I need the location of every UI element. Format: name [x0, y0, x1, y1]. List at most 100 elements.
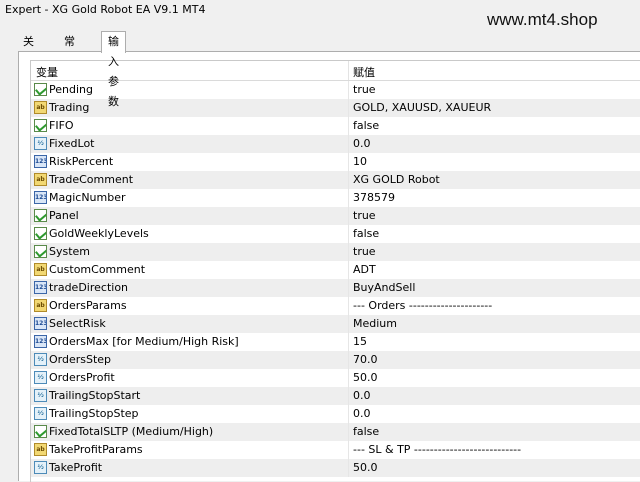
- table-row[interactable]: 123 SelectRisk Medium: [31, 315, 640, 333]
- parameter-name: OrdersProfit: [49, 371, 115, 384]
- cell-divider: [348, 459, 349, 477]
- parameter-value[interactable]: GOLD, XAUUSD, XAUEUR: [353, 101, 491, 114]
- table-row[interactable]: 123 MagicNumber 378579: [31, 189, 640, 207]
- parameter-value[interactable]: 50.0: [353, 461, 378, 474]
- table-row[interactable]: ½ TrailingStopStart 0.0: [31, 387, 640, 405]
- ab-string-icon: ab: [34, 173, 47, 186]
- table-row[interactable]: Panel true: [31, 207, 640, 225]
- parameter-value[interactable]: true: [353, 209, 376, 222]
- table-row[interactable]: 123 RiskPercent 10: [31, 153, 640, 171]
- table-row[interactable]: 123 tradeDirection BuyAndSell: [31, 279, 640, 297]
- table-row[interactable]: ½ OrdersProfit 50.0: [31, 369, 640, 387]
- parameter-value[interactable]: 15: [353, 335, 367, 348]
- table-row[interactable]: ab CustomComment ADT: [31, 261, 640, 279]
- parameter-name: tradeDirection: [49, 281, 129, 294]
- 123-integer-icon: 123: [34, 317, 47, 330]
- cell-divider: [348, 261, 349, 279]
- parameter-name: OrdersParams: [49, 299, 127, 312]
- tab-about[interactable]: 关于: [17, 33, 40, 66]
- parameter-name: FixedLot: [49, 137, 95, 150]
- cell-divider: [348, 387, 349, 405]
- parameter-value[interactable]: 70.0: [353, 353, 378, 366]
- checkmark-chart-icon: [34, 119, 47, 132]
- cell-divider: [348, 189, 349, 207]
- 123-integer-icon: 123: [34, 281, 47, 294]
- table-row[interactable]: GoldWeeklyLevels false: [31, 225, 640, 243]
- parameter-name: OrdersMax [for Medium/High Risk]: [49, 335, 239, 348]
- table-row[interactable]: ab TakeProfitParams --- SL & TP ----------…: [31, 441, 640, 459]
- table-row[interactable]: Pending true: [31, 81, 640, 99]
- cell-divider: [348, 153, 349, 171]
- table-row[interactable]: ½ FixedLot 0.0: [31, 135, 640, 153]
- 123-integer-icon: 123: [34, 155, 47, 168]
- parameter-value[interactable]: XG GOLD Robot: [353, 173, 440, 186]
- table-row[interactable]: FIFO false: [31, 117, 640, 135]
- cell-divider: [348, 351, 349, 369]
- parameter-value[interactable]: ADT: [353, 263, 376, 276]
- parameter-value[interactable]: 10: [353, 155, 367, 168]
- parameter-value[interactable]: true: [353, 83, 376, 96]
- table-row[interactable]: ½ TakeProfit 50.0: [31, 459, 640, 477]
- ab-string-icon: ab: [34, 443, 47, 456]
- table-row[interactable]: System true: [31, 243, 640, 261]
- tab-common[interactable]: 常用: [58, 33, 81, 66]
- table-row[interactable]: ab Trading GOLD, XAUUSD, XAUEUR: [31, 99, 640, 117]
- cell-divider: [348, 441, 349, 459]
- parameter-name: FixedTotalSLTP (Medium/High): [49, 425, 214, 438]
- table-row[interactable]: 123 OrdersMax [for Medium/High Risk] 15: [31, 333, 640, 351]
- parameter-value[interactable]: Medium: [353, 317, 397, 330]
- cell-divider: [348, 243, 349, 261]
- tab-inputs[interactable]: 输入参数: [101, 31, 126, 108]
- table-row[interactable]: ½ TrailingStopStep 0.0: [31, 405, 640, 423]
- v2-double-icon: ½: [34, 461, 47, 474]
- parameter-name: MagicNumber: [49, 191, 126, 204]
- parameter-name: TakeProfitParams: [49, 443, 143, 456]
- parameter-value[interactable]: 0.0: [353, 137, 371, 150]
- v2-double-icon: ½: [34, 389, 47, 402]
- cell-divider: [348, 297, 349, 315]
- parameter-value[interactable]: true: [353, 245, 376, 258]
- checkmark-chart-icon: [34, 245, 47, 258]
- parameter-value[interactable]: --- Orders ---------------------: [353, 299, 492, 312]
- v2-double-icon: ½: [34, 137, 47, 150]
- parameter-name: TradeComment: [49, 173, 134, 186]
- ab-string-icon: ab: [34, 101, 47, 114]
- cell-divider: [348, 81, 349, 99]
- column-header-variable[interactable]: 变量: [36, 64, 58, 80]
- parameter-name: RiskPercent: [49, 155, 114, 168]
- cell-divider: [348, 423, 349, 441]
- cell-divider: [348, 315, 349, 333]
- parameter-value[interactable]: --- SL & TP ---------------------------: [353, 443, 521, 456]
- parameter-name: GoldWeeklyLevels: [49, 227, 149, 240]
- parameter-name: Pending: [49, 83, 93, 96]
- parameter-value[interactable]: 0.0: [353, 407, 371, 420]
- parameter-value[interactable]: false: [353, 227, 379, 240]
- table-row[interactable]: FixedTotalSLTP (Medium/High) false: [31, 423, 640, 441]
- checkmark-chart-icon: [34, 425, 47, 438]
- window-title: Expert - XG Gold Robot EA V9.1 MT4: [5, 3, 206, 16]
- parameters-table[interactable]: 变量 赋值 Pending true ab Trading GOLD, XAUUSD, …: [30, 60, 640, 482]
- parameter-value[interactable]: false: [353, 425, 379, 438]
- column-divider[interactable]: [348, 61, 349, 80]
- 123-integer-icon: 123: [34, 335, 47, 348]
- table-row[interactable]: ab OrdersParams --- Orders ---------------…: [31, 297, 640, 315]
- parameter-value[interactable]: 50.0: [353, 371, 378, 384]
- table-row[interactable]: ab TradeComment XG GOLD Robot: [31, 171, 640, 189]
- cell-divider: [348, 333, 349, 351]
- parameter-value[interactable]: 0.0: [353, 389, 371, 402]
- parameter-name: SelectRisk: [49, 317, 106, 330]
- checkmark-chart-icon: [34, 227, 47, 240]
- parameter-name: CustomComment: [49, 263, 146, 276]
- table-header: 变量 赋值: [31, 61, 640, 81]
- v2-double-icon: ½: [34, 353, 47, 366]
- parameter-name: TakeProfit: [49, 461, 103, 474]
- checkmark-chart-icon: [34, 209, 47, 222]
- table-row[interactable]: ½ OrdersStep 70.0: [31, 351, 640, 369]
- parameter-value[interactable]: 378579: [353, 191, 395, 204]
- column-header-value[interactable]: 赋值: [353, 64, 375, 80]
- parameter-value[interactable]: false: [353, 119, 379, 132]
- inputs-panel: 变量 赋值 Pending true ab Trading GOLD, XAUUSD, …: [18, 51, 640, 482]
- parameter-name: OrdersStep: [49, 353, 112, 366]
- parameter-name: FIFO: [49, 119, 74, 132]
- parameter-value[interactable]: BuyAndSell: [353, 281, 415, 294]
